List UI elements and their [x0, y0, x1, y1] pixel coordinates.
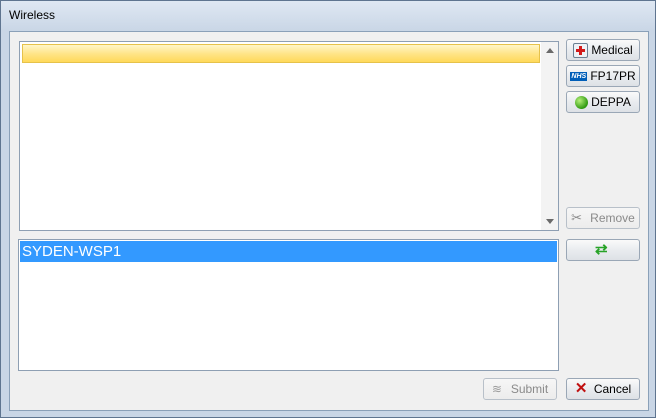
wireless-icon: ≋: [491, 382, 502, 396]
refresh-button[interactable]: ⇄: [566, 239, 640, 261]
submit-button-label: Submit: [510, 382, 549, 396]
green-apple-icon: [575, 95, 589, 109]
cancel-button[interactable]: ✕ Cancel: [566, 378, 640, 400]
remove-button[interactable]: ✂ Remove: [566, 207, 640, 229]
dialog-client-area: SYDEN-WSP1 Medical NHS FP17PR DEPPA ✂ Re…: [9, 31, 649, 411]
title-bar[interactable]: Wireless: [1, 1, 655, 31]
close-x-icon: ✕: [574, 380, 588, 397]
tools-icon: ✂: [571, 210, 583, 225]
nhs-logo-icon: NHS: [570, 71, 588, 81]
list-item-selected[interactable]: [22, 44, 540, 63]
remove-button-label: Remove: [590, 211, 635, 225]
medical-button-label: Medical: [591, 43, 633, 57]
scroll-up-icon[interactable]: [546, 48, 554, 53]
deppa-button-label: DEPPA: [591, 95, 631, 109]
cancel-button-label: Cancel: [593, 382, 632, 396]
medical-button[interactable]: Medical: [566, 39, 640, 61]
scroll-down-icon[interactable]: [546, 219, 554, 224]
top-listbox[interactable]: [19, 41, 559, 231]
wireless-dialog: Wireless SYDEN-WSP1 Medical NHS FP17PR D…: [0, 0, 656, 418]
vertical-scrollbar[interactable]: [541, 42, 558, 230]
window-title: Wireless: [9, 8, 56, 22]
fp17pr-button[interactable]: NHS FP17PR: [566, 65, 640, 87]
fp17pr-button-label: FP17PR: [590, 69, 636, 83]
refresh-icon: ⇄: [595, 241, 608, 258]
medical-case-icon: [573, 42, 589, 58]
device-list-item[interactable]: SYDEN-WSP1: [20, 241, 557, 262]
submit-button[interactable]: ≋ Submit: [483, 378, 557, 400]
device-listbox[interactable]: SYDEN-WSP1: [18, 239, 559, 371]
deppa-button[interactable]: DEPPA: [566, 91, 640, 113]
